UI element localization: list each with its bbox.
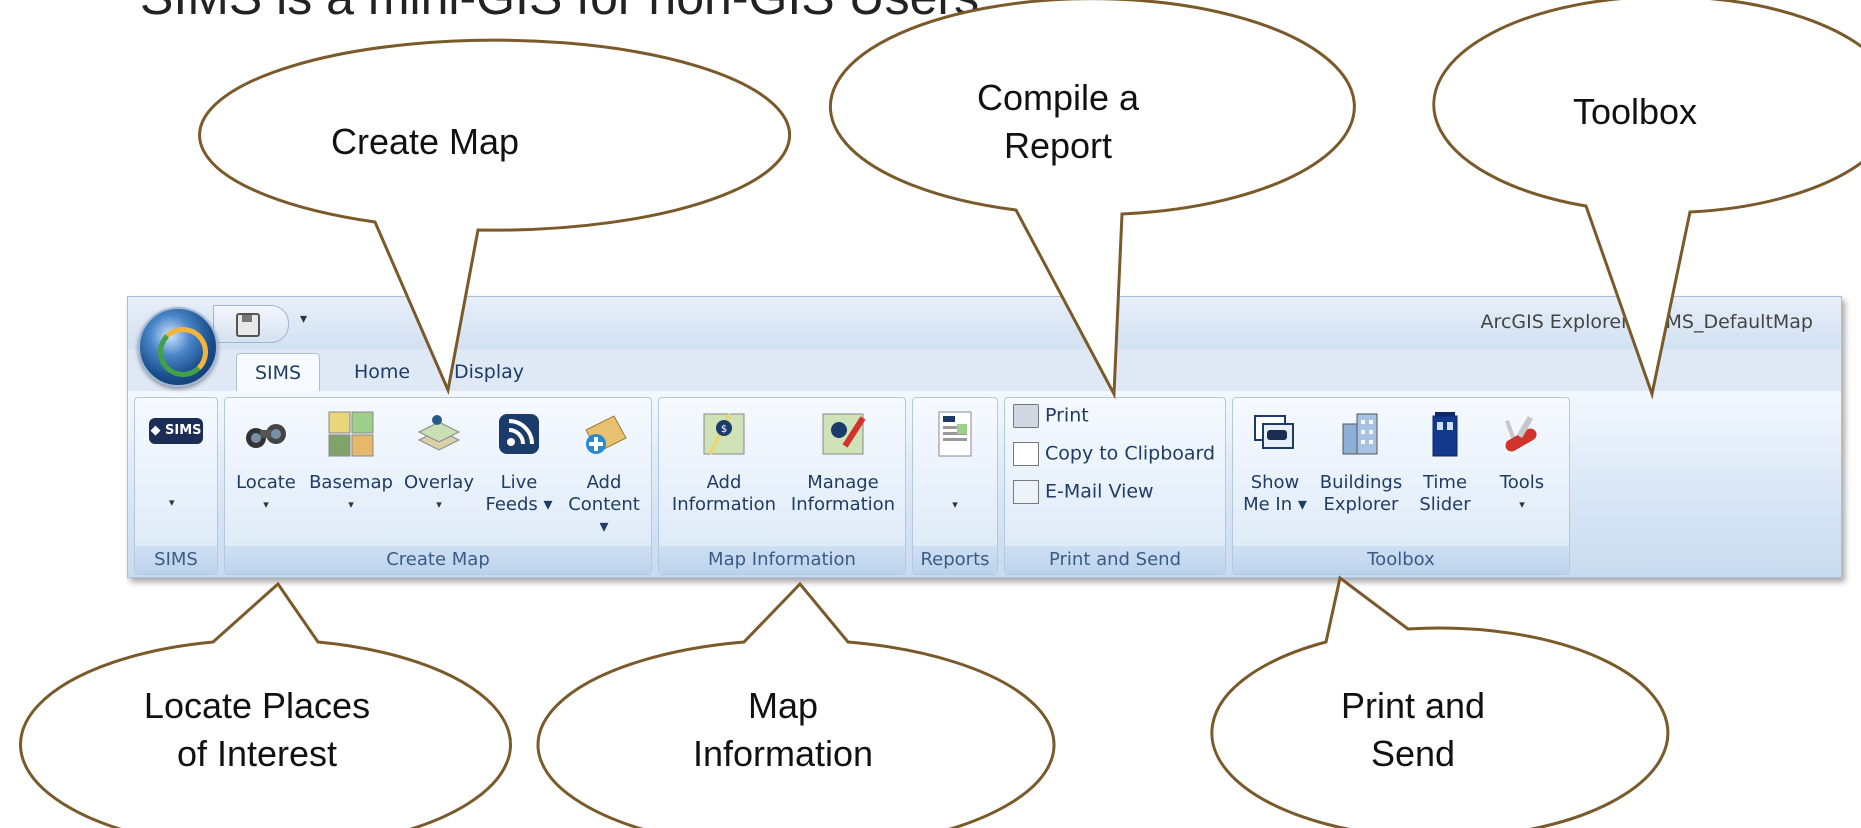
callout-create-map-text: Create Map	[330, 121, 520, 162]
callout-create-map-bubble	[198, 38, 792, 396]
application-orb-icon[interactable]	[138, 307, 218, 387]
callout-map-information-text: Map Information	[692, 685, 874, 774]
callout-compile-report-bubble	[828, 0, 1356, 400]
callout-compile-report-text: Compile a Report	[976, 77, 1140, 166]
callout-toolbox-text: Toolbox	[1572, 91, 1698, 132]
callout-toolbox-bubble	[1432, 0, 1861, 400]
callout-locate-places-text: Locate Places of Interest	[143, 685, 371, 774]
callout-print-send-text: Print and Send	[1340, 685, 1486, 774]
